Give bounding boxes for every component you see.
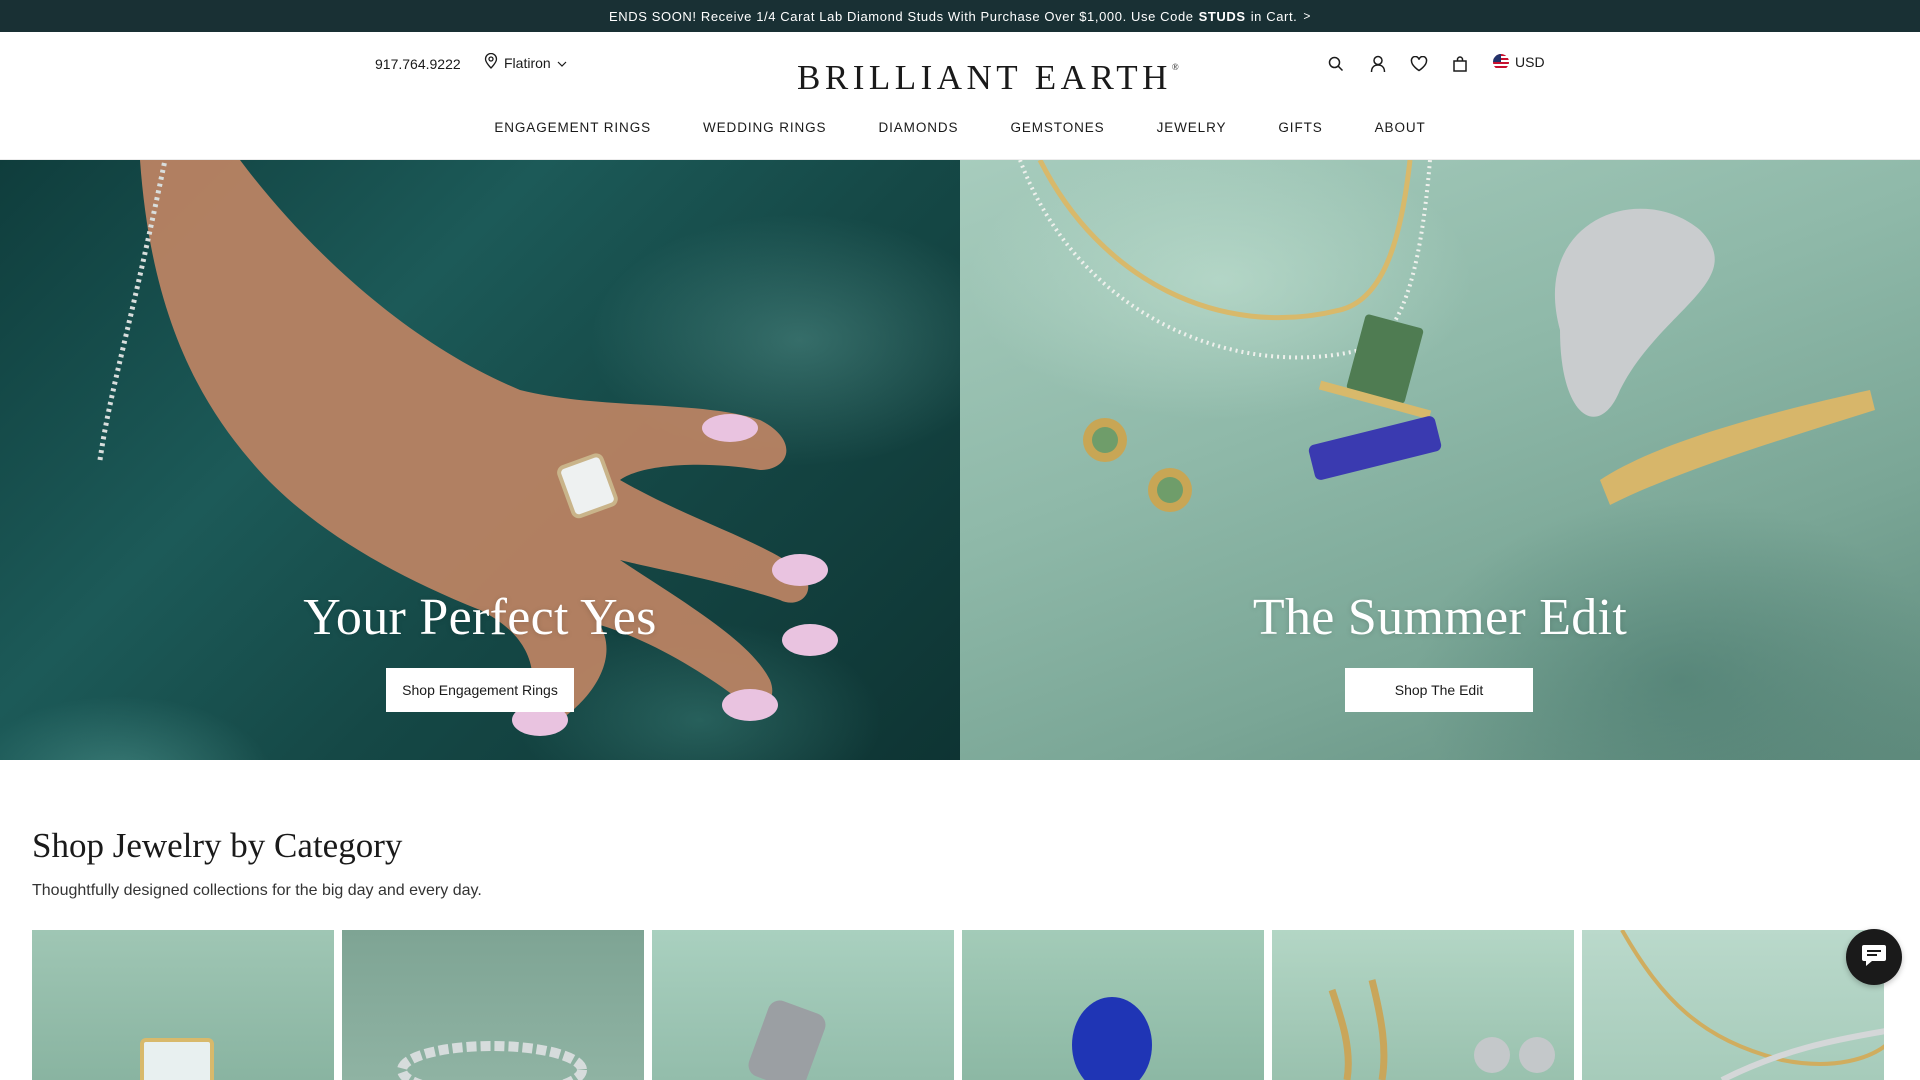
category-tile-mens-rings[interactable] [652, 930, 954, 1080]
store-location-selector[interactable]: Flatiron [484, 52, 567, 72]
promo-text-end: in Cart. [1250, 8, 1298, 24]
nav-about[interactable]: ABOUT [1349, 120, 1452, 135]
search-icon[interactable] [1324, 52, 1348, 76]
hero-summer-edit-title: The Summer Edit [1252, 589, 1628, 646]
nav-diamonds[interactable]: DIAMONDS [852, 120, 984, 135]
store-location-label: Flatiron [504, 54, 551, 71]
hero-engagement-title: Your Perfect Yes [303, 589, 657, 646]
brand-logo-text: BRILLIANT EARTH [797, 58, 1172, 97]
category-tile-earrings[interactable] [1272, 930, 1574, 1080]
category-tile-image [397, 1041, 587, 1080]
hero-engagement[interactable]: Your Perfect Yes Shop Engagement Rings [0, 160, 960, 760]
currency-label: USD [1515, 54, 1545, 70]
category-tile-image [1072, 997, 1152, 1080]
nav-wedding-rings[interactable]: WEDDING RINGS [677, 120, 852, 135]
main-nav: ENGAGEMENT RINGS WEDDING RINGS DIAMONDS … [0, 120, 1920, 135]
brand-logo[interactable]: BRILLIANT EARTH® [797, 58, 1179, 98]
nav-gifts[interactable]: GIFTS [1252, 120, 1348, 135]
category-tile-wedding-rings[interactable] [342, 930, 644, 1080]
category-tiles [32, 930, 1884, 1080]
us-flag-icon [1493, 54, 1509, 70]
promo-text: ENDS SOON! Receive 1/4 Carat Lab Diamond… [609, 8, 1194, 24]
heart-icon[interactable] [1407, 52, 1431, 76]
map-pin-icon [484, 52, 498, 72]
shop-engagement-rings-button[interactable]: Shop Engagement Rings [386, 668, 574, 712]
user-icon[interactable] [1366, 52, 1390, 76]
category-tile-image [1620, 930, 1884, 1080]
promo-arrow: > [1303, 9, 1311, 23]
nav-jewelry[interactable]: JEWELRY [1131, 120, 1253, 135]
category-section-title: Shop Jewelry by Category [32, 826, 403, 865]
category-tile-image [140, 1038, 214, 1080]
chat-icon [1860, 942, 1888, 973]
registered-mark: ® [1171, 62, 1179, 72]
nav-engagement-rings[interactable]: ENGAGEMENT RINGS [468, 120, 677, 135]
promo-code: STUDS [1198, 8, 1246, 24]
chevron-down-icon [557, 55, 567, 71]
chat-button[interactable] [1846, 929, 1902, 985]
nav-gemstones[interactable]: GEMSTONES [984, 120, 1130, 135]
category-tile-engagement-rings[interactable] [32, 930, 334, 1080]
shop-the-edit-button[interactable]: Shop The Edit [1345, 668, 1533, 712]
currency-selector[interactable]: USD [1493, 54, 1545, 70]
site-header: 917.764.9222 Flatiron BRILLIANT EARTH® U… [0, 32, 1920, 160]
phone-number[interactable]: 917.764.9222 [375, 56, 461, 72]
category-section-subtitle: Thoughtfully designed collections for th… [32, 882, 482, 899]
hero-summer-edit[interactable]: The Summer Edit Shop The Edit [960, 160, 1920, 760]
category-tile-image [748, 1000, 826, 1080]
category-tile-necklaces[interactable] [1582, 930, 1884, 1080]
category-tile-gemstones[interactable] [962, 930, 1264, 1080]
promo-banner[interactable]: ENDS SOON! Receive 1/4 Carat Lab Diamond… [0, 0, 1920, 32]
category-tile-image [1328, 979, 1555, 1080]
bag-icon[interactable] [1448, 52, 1472, 76]
